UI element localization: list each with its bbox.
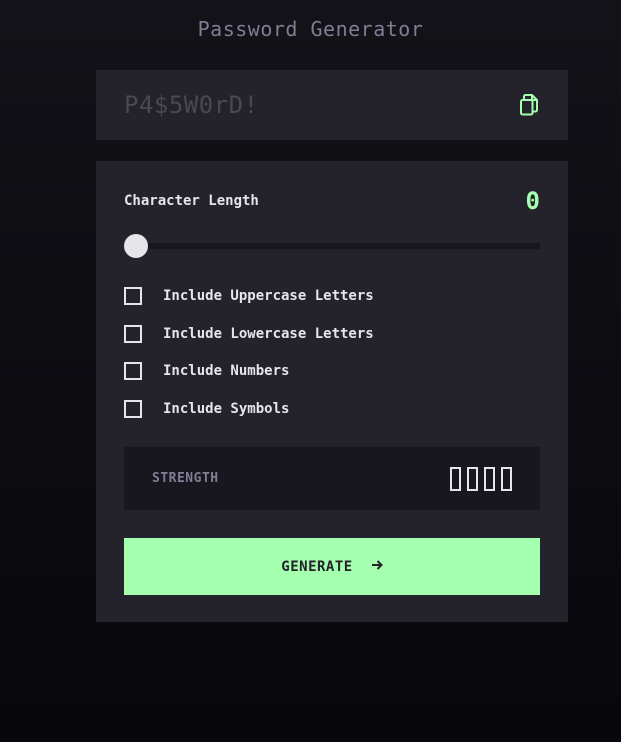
length-value: 0 (525, 187, 540, 215)
numbers-checkbox[interactable] (124, 362, 142, 380)
generate-label: GENERATE (281, 558, 353, 575)
strength-bar (467, 466, 478, 491)
option-uppercase[interactable]: Include Uppercase Letters (124, 286, 374, 306)
uppercase-checkbox[interactable] (124, 287, 142, 305)
option-label: Include Symbols (163, 400, 290, 417)
option-symbols[interactable]: Include Symbols (124, 399, 374, 419)
option-lowercase[interactable]: Include Lowercase Letters (124, 324, 374, 344)
strength-label: STRENGTH (152, 471, 219, 486)
password-output: P4$5W0rD! (96, 70, 568, 140)
option-label: Include Lowercase Letters (163, 325, 374, 342)
copy-button[interactable] (518, 94, 540, 116)
copy-icon (519, 94, 538, 116)
strength-bar (484, 466, 495, 491)
slider-thumb[interactable] (124, 234, 148, 258)
generate-button[interactable]: GENERATE (124, 538, 540, 595)
password-display: P4$5W0rD! (124, 91, 259, 119)
page-title: Password Generator (197, 17, 424, 41)
strength-meter: STRENGTH (124, 447, 540, 510)
option-label: Include Uppercase Letters (163, 288, 374, 304)
lowercase-checkbox[interactable] (124, 324, 142, 343)
length-row: Character Length 0 (124, 186, 540, 216)
symbols-checkbox[interactable] (124, 399, 142, 418)
option-numbers[interactable]: Include Numbers (124, 361, 374, 381)
strength-bars (450, 466, 512, 491)
settings-panel: Character Length 0 Include Uppercase Let… (96, 161, 568, 622)
strength-bar (501, 466, 512, 491)
arrow-right-icon (371, 559, 383, 575)
option-label: Include Numbers (163, 363, 290, 379)
length-label: Character Length (124, 193, 259, 209)
options-list: Include Uppercase Letters Include Lowerc… (124, 286, 374, 436)
strength-bar (450, 466, 461, 491)
length-slider[interactable] (124, 234, 540, 258)
